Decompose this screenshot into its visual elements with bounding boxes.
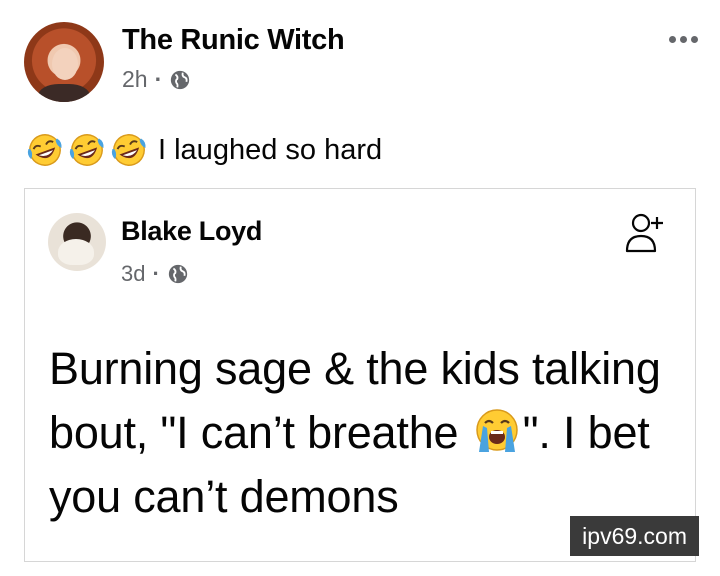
- add-friend-icon[interactable]: [619, 207, 671, 259]
- post-caption: I laughed so hard: [24, 131, 382, 169]
- rolling-on-floor-laughing-icon: [69, 134, 104, 166]
- author-name[interactable]: The Runic Witch: [122, 24, 345, 57]
- more-dot: [691, 36, 698, 43]
- watermark: ipv69.com: [570, 516, 699, 556]
- post-time[interactable]: 2h: [122, 66, 148, 93]
- post-meta: 2h ·: [122, 66, 191, 93]
- caption-emojis: [24, 131, 150, 169]
- avatar-face: [52, 48, 78, 80]
- rolling-on-floor-laughing-icon: [111, 134, 146, 166]
- more-options-icon[interactable]: [669, 36, 698, 43]
- more-dot: [680, 36, 687, 43]
- avatar-shirt: [38, 84, 90, 102]
- rolling-on-floor-laughing-icon: [27, 134, 62, 166]
- more-dot: [669, 36, 676, 43]
- loudly-crying-face-icon: [475, 409, 518, 452]
- meta-separator: ·: [154, 66, 163, 92]
- post-screenshot: The Runic Witch 2h · I laughed so hard B…: [0, 0, 720, 576]
- shared-post-text: Burning sage & the kids talking bout, "I…: [49, 337, 669, 529]
- shared-post-card[interactable]: Blake Loyd 3d · Burning sage & the kids …: [24, 188, 696, 562]
- shared-post-time[interactable]: 3d: [121, 261, 145, 287]
- caption-text: I laughed so hard: [158, 133, 383, 166]
- meta-separator: ·: [152, 261, 160, 286]
- author-avatar[interactable]: [24, 22, 104, 102]
- globe-icon: [168, 264, 187, 284]
- avatar-hand: [58, 239, 94, 265]
- shared-author-name[interactable]: Blake Loyd: [121, 216, 262, 247]
- shared-author-avatar[interactable]: [48, 213, 106, 271]
- globe-icon: [171, 70, 190, 89]
- shared-post-meta: 3d ·: [121, 261, 189, 287]
